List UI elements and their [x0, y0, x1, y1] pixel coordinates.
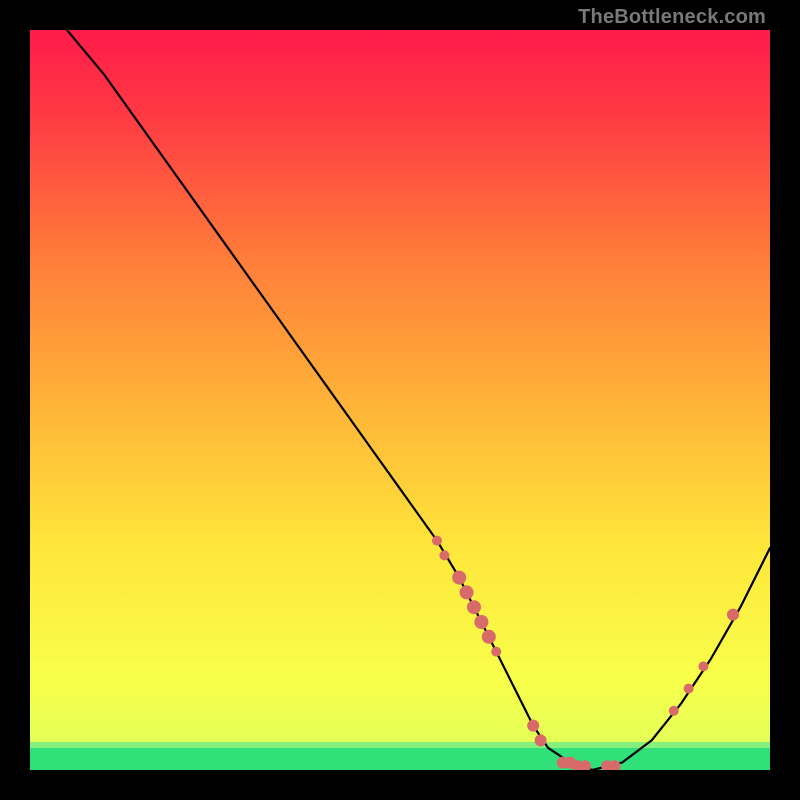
data-point: [432, 536, 442, 546]
bottleneck-chart: [30, 30, 770, 770]
green-baseline-band: [30, 748, 770, 770]
data-point: [460, 585, 474, 599]
chart-frame: [30, 30, 770, 770]
data-point: [684, 684, 694, 694]
data-point: [467, 600, 481, 614]
data-point: [482, 630, 496, 644]
data-point: [474, 615, 488, 629]
data-point: [698, 661, 708, 671]
data-point: [527, 720, 539, 732]
light-green-transition: [30, 742, 770, 748]
attribution-text: TheBottleneck.com: [578, 6, 766, 29]
data-point: [439, 550, 449, 560]
data-point: [669, 706, 679, 716]
data-point: [535, 734, 547, 746]
data-point: [452, 571, 466, 585]
data-point: [727, 609, 739, 621]
data-point: [491, 647, 501, 657]
gradient-background: [30, 30, 770, 770]
